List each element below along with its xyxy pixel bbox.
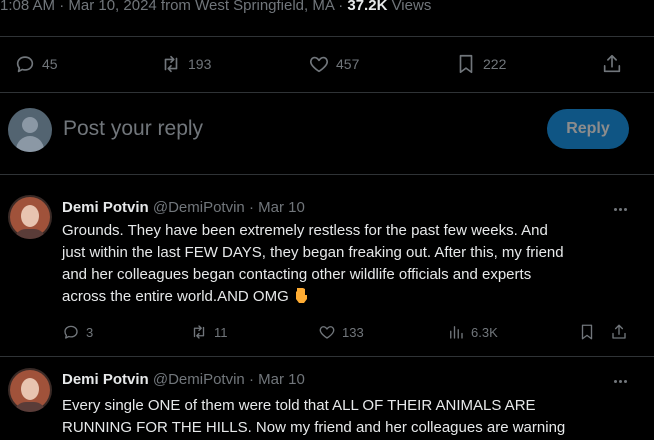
- avatar-body-shape: [16, 136, 44, 152]
- retweet-count: 193: [188, 56, 212, 72]
- retweet-action[interactable]: 193: [160, 46, 211, 82]
- divider: [0, 92, 654, 93]
- tweet-header: Demi Potvin @DemiPotvin · Mar 10: [62, 199, 305, 216]
- separator-dot: ·: [248, 371, 254, 388]
- tweet-meta: 1:08 AM · Mar 10, 2024 from West Springf…: [0, 0, 431, 19]
- views-action[interactable]: 6.3K: [447, 320, 498, 344]
- divider: [0, 36, 654, 37]
- retweet-action[interactable]: 11: [190, 320, 228, 344]
- retweet-icon: [164, 55, 178, 73]
- tweet-actions: 3 11 133 6.3K: [62, 320, 632, 344]
- bookmark-action[interactable]: [578, 320, 596, 344]
- like-action[interactable]: 133: [318, 320, 364, 344]
- divider: [0, 174, 654, 175]
- retweet-count: 11: [214, 324, 228, 340]
- share-icon: [603, 54, 621, 73]
- reply-icon: [64, 325, 78, 339]
- reply-icon: [16, 56, 34, 73]
- pointing-down-emoji-icon: [295, 288, 307, 303]
- like-action[interactable]: 457: [308, 46, 359, 82]
- reply-action[interactable]: 45: [14, 46, 58, 82]
- tweet-text: Every single ONE of them were told that …: [62, 397, 566, 436]
- analytics-icon: [450, 326, 463, 339]
- tweet-date[interactable]: Mar 10: [258, 371, 305, 388]
- avatar[interactable]: [8, 195, 52, 239]
- tweet-text: Grounds. They have been extremely restle…: [62, 220, 637, 308]
- tweet-date[interactable]: Mar 10: [258, 199, 305, 216]
- tweet-action-bar: 45 193 457 222: [0, 46, 654, 82]
- like-count: 133: [342, 324, 364, 340]
- share-icon: [612, 324, 626, 339]
- avatar[interactable]: [8, 368, 52, 412]
- tweet-header: Demi Potvin @DemiPotvin · Mar 10: [62, 371, 305, 388]
- tweet[interactable]: Demi Potvin @DemiPotvin · Mar 10 Every s…: [0, 357, 654, 440]
- bookmark-icon: [459, 54, 473, 74]
- like-count: 457: [336, 56, 360, 72]
- reply-input[interactable]: Post your reply: [63, 117, 203, 141]
- reply-count: 45: [42, 56, 58, 72]
- retweet-icon: [193, 325, 205, 339]
- avatar: [8, 108, 52, 152]
- more-options-icon[interactable]: [610, 199, 630, 219]
- bookmark-icon: [581, 324, 593, 340]
- more-options-icon[interactable]: [610, 371, 630, 391]
- bookmark-count: 222: [483, 56, 507, 72]
- heart-icon: [309, 56, 329, 73]
- tweet-body: Grounds. They have been extremely restle…: [62, 222, 564, 305]
- author-name[interactable]: Demi Potvin: [62, 371, 149, 388]
- tweet-timestamp-location: 1:08 AM · Mar 10, 2024 from West Springf…: [0, 0, 348, 14]
- reply-action[interactable]: 3: [62, 320, 93, 344]
- reply-count: 3: [86, 324, 94, 340]
- author-name[interactable]: Demi Potvin: [62, 199, 149, 216]
- avatar-head-shape: [22, 117, 38, 133]
- share-action[interactable]: [601, 46, 623, 82]
- author-handle[interactable]: @DemiPotvin: [153, 371, 245, 388]
- views-count: 6.3K: [471, 324, 498, 340]
- heart-icon: [319, 326, 335, 339]
- author-handle[interactable]: @DemiPotvin: [153, 199, 245, 216]
- separator-dot: ·: [248, 199, 254, 216]
- tweet[interactable]: Demi Potvin @DemiPotvin · Mar 10 Grounds…: [0, 187, 654, 357]
- views-count: 37.2K: [347, 0, 388, 14]
- bookmark-action[interactable]: 222: [455, 46, 506, 82]
- reply-composer: Post your reply Reply: [0, 100, 654, 160]
- share-action[interactable]: [610, 320, 628, 344]
- views-label: Views: [387, 0, 432, 14]
- reply-button[interactable]: Reply: [547, 109, 629, 149]
